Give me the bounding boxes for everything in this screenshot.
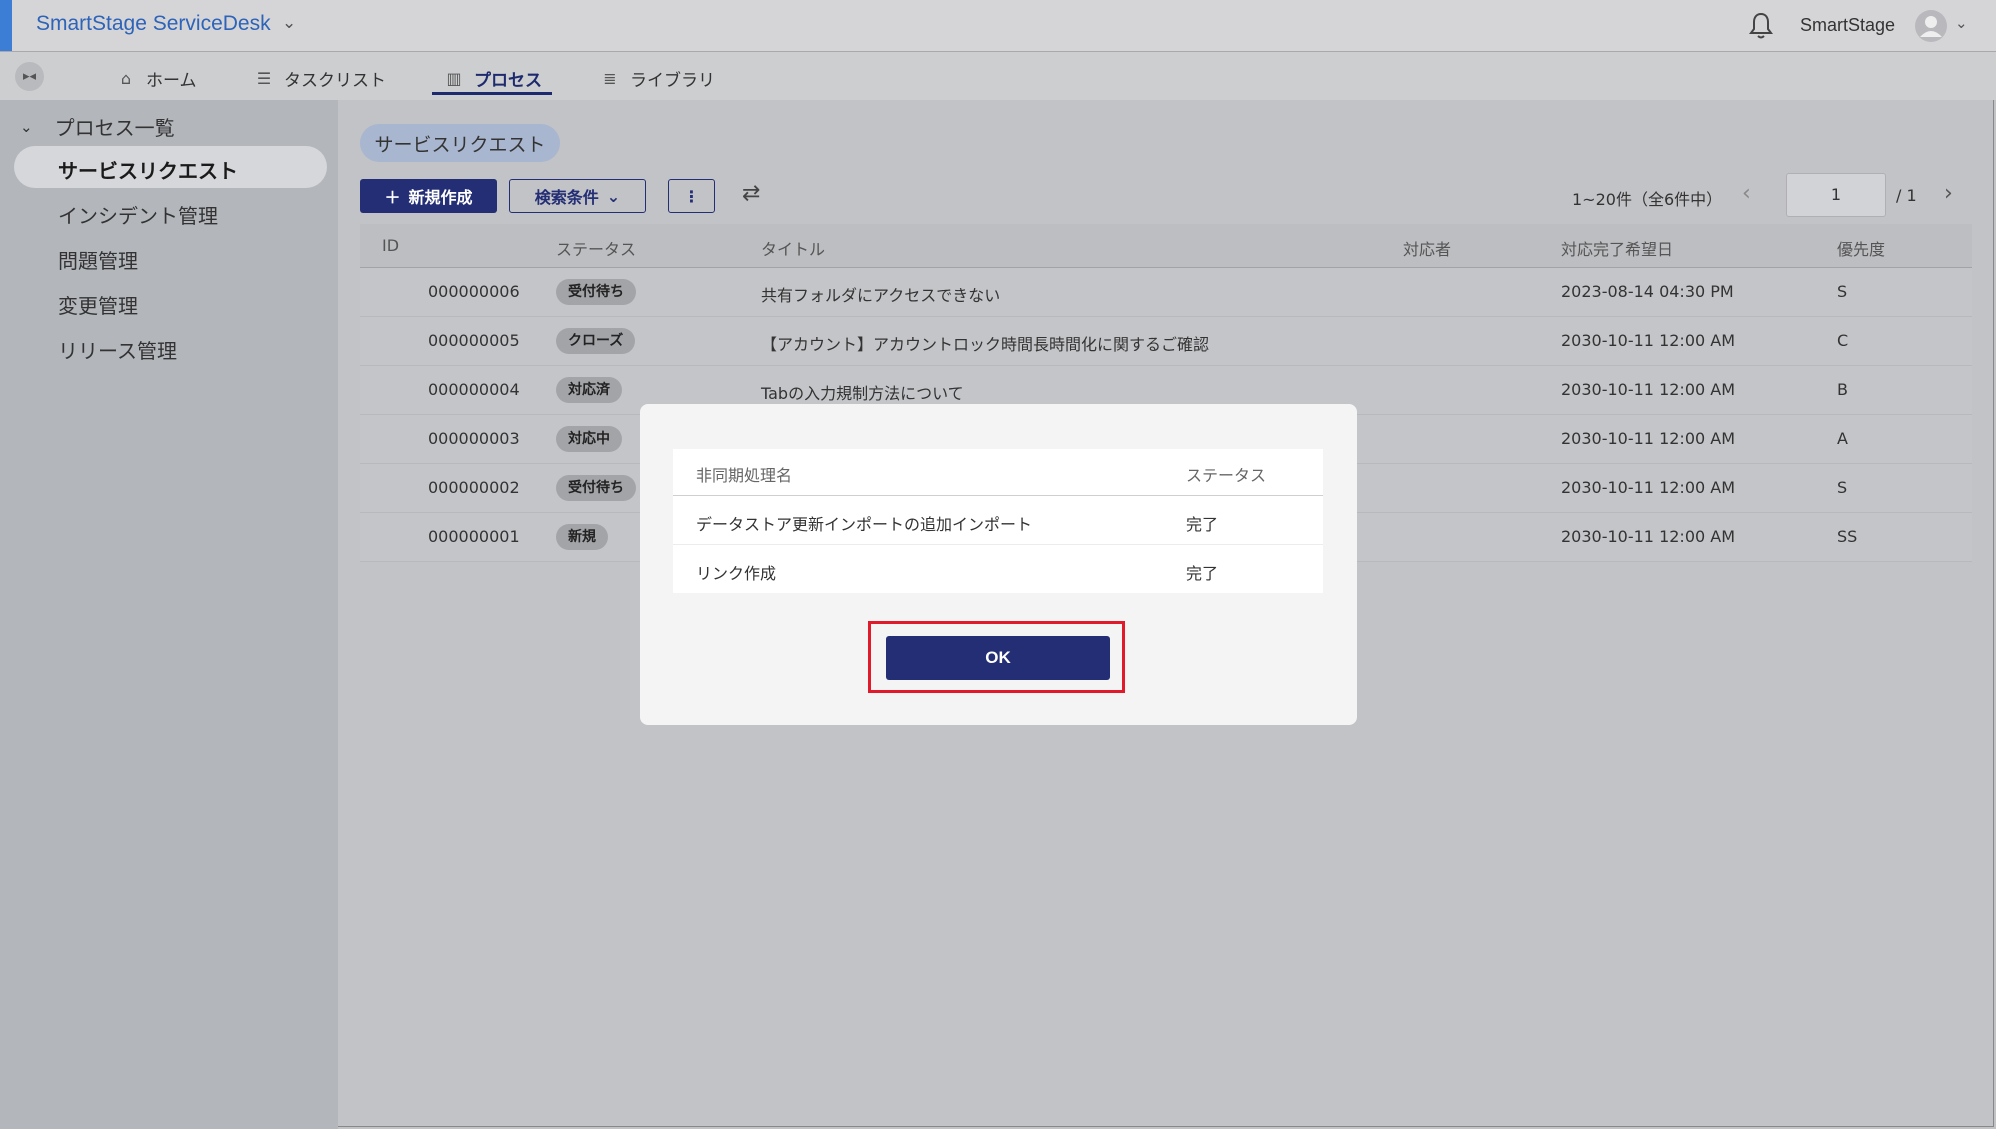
async-process-table: 非同期処理名 ステータス データストア更新インポートの追加インポート 完了 リン… [673,449,1323,593]
sidebar-item-incident[interactable]: インシデント管理 [58,200,218,229]
checklist-icon: ☰ [256,69,272,88]
row-priority: B [1837,380,1848,399]
tab-home[interactable]: ⌂ ホーム [116,66,197,91]
tab-label: タスクリスト [284,71,386,91]
row-due-date: 2023-08-14 04:30 PM [1561,282,1734,301]
notification-bell-icon[interactable] [1748,11,1774,41]
async-table-row: リンク作成 完了 [673,545,1323,593]
sidebar-item-change[interactable]: 変更管理 [58,290,138,319]
kebab-menu-icon: ⋮ [683,186,700,206]
status-badge: 受付待ち [556,279,636,305]
ok-button[interactable]: OK [886,636,1110,680]
row-title[interactable]: 【アカウント】アカウントロック時間長時間化に関するご確認 [761,331,1209,355]
tab-tasklist[interactable]: ☰ タスクリスト [254,66,386,91]
sidebar-item-release[interactable]: リリース管理 [58,335,177,364]
sidebar: ⌄ プロセス一覧 サービスリクエスト インシデント管理 問題管理 変更管理 リリ… [0,100,338,1129]
building-icon: ▥ [446,69,462,88]
column-header-process-status: ステータス [1186,466,1267,485]
row-priority: A [1837,429,1848,448]
sidebar-item-problem[interactable]: 問題管理 [58,245,138,274]
sidebar-heading-label: プロセス一覧 [54,116,175,140]
chevron-down-icon: ⌄ [20,117,33,136]
new-create-button[interactable]: ＋ 新規作成 [360,179,497,213]
tab-library[interactable]: ≣ ライブラリ [600,66,715,91]
new-create-label: 新規作成 [408,188,473,207]
tab-process[interactable]: ▥ プロセス [444,66,542,91]
user-avatar-icon[interactable] [1914,9,1948,43]
row-id: 000000002 [428,478,520,497]
status-badge: 対応済 [556,377,622,403]
status-badge: 受付待ち [556,475,636,501]
process-name: リンク作成 [696,564,777,583]
tab-label: ホーム [146,71,197,91]
column-header-priority[interactable]: 優先度 [1837,236,1885,260]
column-header-id[interactable]: ID [382,236,399,255]
row-priority: S [1837,478,1848,497]
more-options-button[interactable]: ⋮ [668,179,715,213]
app-menu-chevron-icon[interactable]: ⌄ [282,13,296,33]
nav-bar: ▸◂ ⌂ ホーム ☰ タスクリスト ▥ プロセス ≣ ライブラリ [0,52,1996,100]
row-title[interactable]: Tabの入力規制方法について [761,380,964,404]
row-priority: SS [1837,527,1858,546]
row-id: 000000005 [428,331,520,350]
column-header-due-date[interactable]: 対応完了希望日 [1561,236,1673,260]
async-table-row: データストア更新インポートの追加インポート 完了 [673,496,1323,545]
user-menu-chevron-icon[interactable]: ⌄ [1955,14,1968,32]
page-number-input[interactable]: 1 [1786,173,1886,217]
user-name[interactable]: SmartStage [1800,15,1895,36]
swap-view-icon[interactable]: ⇄ [742,181,760,206]
row-id: 000000001 [428,527,520,546]
row-due-date: 2030-10-11 12:00 AM [1561,527,1736,546]
status-badge: クローズ [556,328,636,354]
list-icon: ≣ [603,69,617,88]
row-due-date: 2030-10-11 12:00 AM [1561,380,1736,399]
plus-icon: ＋ [384,188,401,207]
process-status: 完了 [1186,515,1219,534]
table-row[interactable]: 000000006 受付待ち 共有フォルダにアクセスできない 2023-08-1… [360,268,1972,317]
row-title[interactable]: 共有フォルダにアクセスできない [761,282,1000,306]
page-total: / 1 [1896,186,1917,205]
row-id: 000000003 [428,429,520,448]
column-header-title[interactable]: タイトル [761,236,825,260]
column-header-status[interactable]: ステータス [556,236,636,260]
table-row[interactable]: 000000005 クローズ 【アカウント】アカウントロック時間長時間化に関する… [360,317,1972,366]
status-badge: 対応中 [556,426,622,452]
home-icon: ⌂ [120,69,132,88]
app-title[interactable]: SmartStage ServiceDesk [36,12,271,36]
chevron-right-icon[interactable]: › [1944,181,1953,206]
row-due-date: 2030-10-11 12:00 AM [1561,478,1736,497]
chevron-left-icon[interactable]: ‹ [1742,181,1751,206]
sidebar-item-service-request[interactable]: サービスリクエスト [58,155,238,184]
process-name: データストア更新インポートの追加インポート [696,515,1033,534]
tab-label: ライブラリ [630,71,715,91]
column-header-process-name: 非同期処理名 [696,466,793,485]
async-table-header: 非同期処理名 ステータス [673,449,1323,496]
row-priority: S [1837,282,1848,301]
chevron-down-icon: ⌄ [606,186,621,206]
column-header-assignee[interactable]: 対応者 [1403,236,1451,260]
row-id: 000000004 [428,380,520,399]
status-badge: 新規 [556,524,608,550]
active-tab-indicator [432,92,552,95]
row-id: 000000006 [428,282,520,301]
row-due-date: 2030-10-11 12:00 AM [1561,331,1736,350]
pagination-range: 1~20件（全6件中） [1572,190,1723,209]
search-conditions-button[interactable]: 検索条件 ⌄ [509,179,646,213]
row-priority: C [1837,331,1849,350]
search-conditions-label: 検索条件 [534,188,599,207]
brand-accent [0,0,12,51]
top-bar: SmartStage ServiceDesk ⌄ SmartStage ⌄ [0,0,1996,52]
table-header: ID ステータス タイトル 対応者 対応完了希望日 優先度 [360,224,1972,268]
tab-label: プロセス [474,71,542,91]
row-due-date: 2030-10-11 12:00 AM [1561,429,1736,448]
process-status: 完了 [1186,564,1219,583]
process-chip: サービスリクエスト [360,124,560,162]
sidebar-heading[interactable]: ⌄ プロセス一覧 [20,112,175,141]
collapse-sidebar-button[interactable]: ▸◂ [15,62,44,91]
